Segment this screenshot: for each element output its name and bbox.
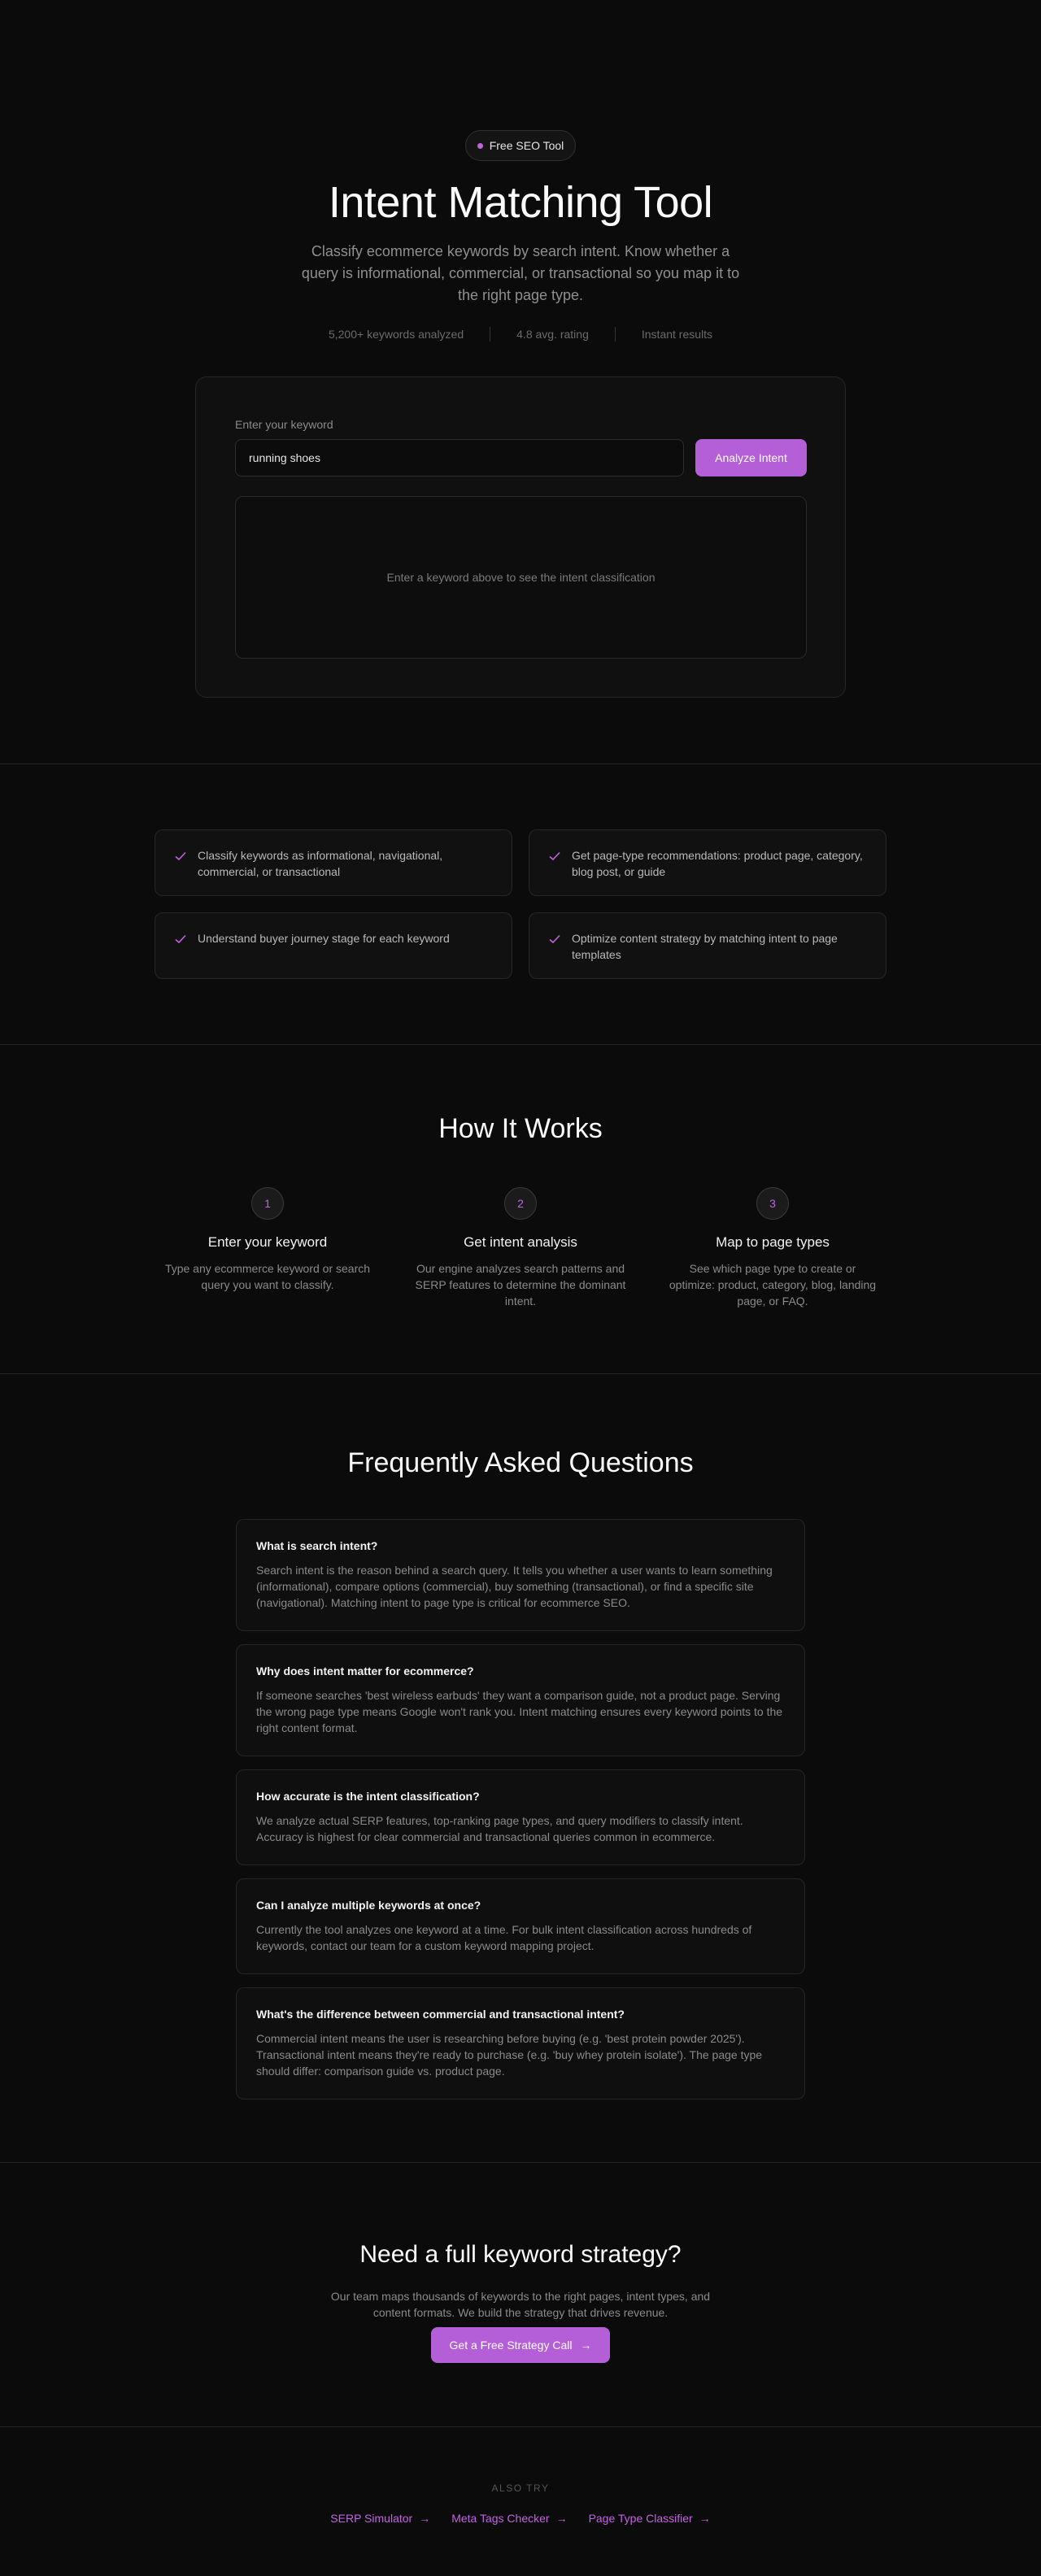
- result-panel: Enter a keyword above to see the intent …: [235, 496, 807, 659]
- meta-tags-checker-link[interactable]: Meta Tags Checker →: [451, 2512, 567, 2525]
- link-label: SERP Simulator: [330, 2512, 413, 2525]
- step-title: Enter your keyword: [207, 1234, 328, 1250]
- faq-question: Can I analyze multiple keywords at once?: [256, 1899, 481, 1912]
- feature-card: Optimize content strategy by matching in…: [529, 912, 886, 979]
- page-title: Intent Matching Tool: [328, 178, 713, 227]
- how-title: How It Works: [438, 1113, 603, 1144]
- also-try-links: SERP Simulator → Meta Tags Checker → Pag…: [0, 2512, 1041, 2525]
- badge-label: Free SEO Tool: [489, 139, 564, 152]
- arrow-right-icon: →: [419, 2512, 431, 2525]
- cta-text: Our team maps thousands of keywords to t…: [330, 2290, 711, 2319]
- how-it-works-section: How It Works 1 Enter your keyword Type a…: [0, 1045, 1041, 1374]
- faq-answer: If someone searches 'best wireless earbu…: [256, 1689, 783, 1734]
- step-text: See which page type to create or optimiz…: [669, 1262, 877, 1308]
- step-title: Get intent analysis: [464, 1234, 577, 1250]
- faq-answer: Currently the tool analyzes one keyword …: [256, 1923, 752, 1952]
- faq-answer: Commercial intent means the user is rese…: [256, 2032, 763, 2078]
- faq-item[interactable]: Can I analyze multiple keywords at once?…: [236, 1878, 805, 1974]
- feature-text: Understand buyer journey stage for each …: [198, 932, 450, 945]
- keyword-label: Enter your keyword: [235, 418, 333, 431]
- step-number: 2: [504, 1187, 537, 1220]
- check-icon: [549, 851, 560, 861]
- stat-keywords: 5,200+ keywords analyzed: [328, 328, 464, 341]
- page-type-classifier-link[interactable]: Page Type Classifier →: [589, 2512, 711, 2525]
- faq-item[interactable]: Why does intent matter for ecommerce? If…: [236, 1644, 805, 1756]
- arrow-right-icon: →: [580, 2339, 592, 2352]
- feature-text: Get page-type recommendations: product p…: [572, 849, 863, 878]
- step-2: 2 Get intent analysis Our engine analyze…: [415, 1187, 626, 1309]
- check-icon: [549, 934, 560, 944]
- cta-title: Need a full keyword strategy?: [359, 2241, 682, 2268]
- free-tool-badge: Free SEO Tool: [465, 130, 576, 161]
- badge-dot-icon: [477, 142, 483, 149]
- faq-item[interactable]: How accurate is the intent classificatio…: [236, 1769, 805, 1865]
- faq-section: Frequently Asked Questions What is searc…: [0, 1374, 1041, 2163]
- stat-speed: Instant results: [641, 328, 713, 341]
- faq-question: How accurate is the intent classificatio…: [256, 1790, 480, 1803]
- step-number: 1: [251, 1187, 284, 1220]
- cta-section: Need a full keyword strategy? Our team m…: [0, 2163, 1041, 2427]
- faq-item[interactable]: What is search intent? Search intent is …: [236, 1519, 805, 1631]
- faq-item[interactable]: What's the difference between commercial…: [236, 1987, 805, 2100]
- strategy-call-button[interactable]: Get a Free Strategy Call →: [431, 2327, 610, 2363]
- arrow-right-icon: →: [555, 2512, 568, 2525]
- feature-card: Get page-type recommendations: product p…: [529, 829, 886, 896]
- also-try-footer: ALSO TRY SERP Simulator → Meta Tags Chec…: [0, 2427, 1041, 2575]
- page-subtitle: Classify ecommerce keywords by search in…: [301, 243, 740, 303]
- analyze-intent-button[interactable]: Analyze Intent: [695, 439, 807, 476]
- step-1: 1 Enter your keyword Type any ecommerce …: [162, 1187, 373, 1293]
- link-label: Meta Tags Checker: [451, 2512, 550, 2525]
- stat-rating: 4.8 avg. rating: [516, 328, 589, 341]
- features-section: Classify keywords as informational, navi…: [0, 764, 1041, 1045]
- faq-answer: We analyze actual SERP features, top-ran…: [256, 1814, 743, 1843]
- keyword-input[interactable]: [235, 439, 684, 476]
- arrow-right-icon: →: [699, 2512, 711, 2525]
- step-title: Map to page types: [716, 1234, 830, 1250]
- step-3: 3 Map to page types See which page type …: [667, 1187, 878, 1309]
- strategy-call-label: Get a Free Strategy Call: [449, 2339, 573, 2352]
- step-text: Our engine analyzes search patterns and …: [415, 1262, 626, 1308]
- stats-row: 5,200+ keywords analyzed 4.8 avg. rating…: [0, 327, 1041, 342]
- link-label: Page Type Classifier: [588, 2512, 693, 2525]
- step-number: 3: [756, 1187, 789, 1220]
- also-try-label: ALSO TRY: [491, 2482, 550, 2494]
- faq-answer: Search intent is the reason behind a sea…: [256, 1564, 773, 1609]
- step-text: Type any ecommerce keyword or search que…: [164, 1262, 371, 1291]
- feature-text: Classify keywords as informational, navi…: [198, 849, 443, 878]
- feature-card: Classify keywords as informational, navi…: [155, 829, 512, 896]
- check-icon: [175, 851, 186, 861]
- faq-title: Frequently Asked Questions: [347, 1447, 694, 1478]
- faq-question: Why does intent matter for ecommerce?: [256, 1664, 474, 1677]
- faq-question: What is search intent?: [256, 1539, 378, 1552]
- hero-section: Free SEO Tool Intent Matching Tool Class…: [0, 0, 1041, 764]
- faq-question: What's the difference between commercial…: [256, 2008, 625, 2021]
- intent-tool-card: Enter your keyword Analyze Intent Enter …: [195, 376, 846, 698]
- check-icon: [175, 934, 186, 944]
- serp-simulator-link[interactable]: SERP Simulator →: [330, 2512, 430, 2525]
- feature-text: Optimize content strategy by matching in…: [572, 932, 838, 961]
- feature-card: Understand buyer journey stage for each …: [155, 912, 512, 979]
- result-placeholder: Enter a keyword above to see the intent …: [386, 571, 656, 584]
